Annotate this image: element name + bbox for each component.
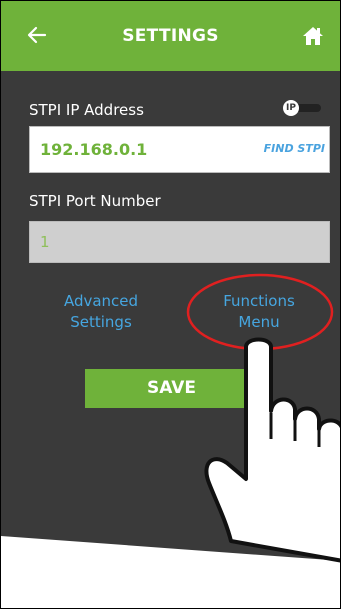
phone-screen: SETTINGS STPI IP Address IP 192.168.0.1 … [0,0,341,609]
functions-menu-link[interactable]: Functions Menu [204,291,314,333]
save-button[interactable]: SAVE [85,369,258,408]
ip-address-field[interactable]: 192.168.0.1 FIND STPI [29,126,330,173]
functions-menu-line1: Functions [223,292,295,310]
find-stpi-button[interactable]: FIND STPI [264,142,325,155]
page-title: SETTINGS [122,26,219,46]
ip-toggle[interactable]: IP [283,100,323,116]
app-header: SETTINGS [1,1,340,71]
port-number-field[interactable]: 1 [29,221,330,263]
port-number-label: STPI Port Number [29,192,161,210]
advanced-settings-line1: Advanced [63,292,139,310]
port-number-value: 1 [40,233,50,251]
ip-address-value: 192.168.0.1 [40,140,148,159]
functions-menu-line2: Menu [238,313,280,331]
ip-address-label: STPI IP Address [29,101,144,119]
advanced-settings-link[interactable]: Advanced Settings [46,291,156,333]
advanced-settings-line2: Settings [70,313,132,331]
home-icon[interactable] [301,24,325,48]
toggle-knob: IP [283,100,299,116]
